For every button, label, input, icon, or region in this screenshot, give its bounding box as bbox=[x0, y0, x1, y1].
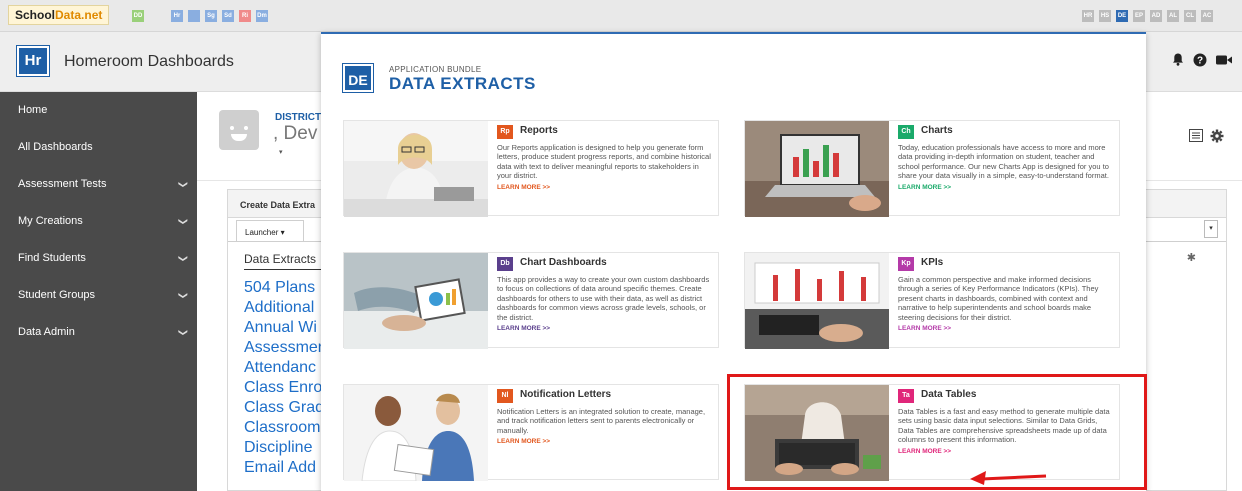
settings-gear-icon[interactable] bbox=[1210, 129, 1224, 146]
highlight-box bbox=[727, 374, 1147, 490]
sidebar-item-label: Assessment Tests bbox=[18, 178, 107, 190]
kpis-photo bbox=[745, 253, 889, 349]
app-card-reports[interactable]: Rp Reports Our Reports application is de… bbox=[343, 120, 719, 217]
sidebar-item-label: Data Admin bbox=[18, 326, 75, 338]
schooldata-logo[interactable]: SchoolData.net bbox=[8, 5, 110, 25]
sidebar-item-label: Find Students bbox=[18, 252, 86, 264]
learn-more-link[interactable]: LEARN MORE >> bbox=[497, 324, 713, 333]
bell-icon[interactable] bbox=[1170, 53, 1186, 69]
card-description: Notification Letters is an integrated so… bbox=[497, 407, 706, 435]
extract-link[interactable]: 504 Plans bbox=[244, 278, 324, 298]
chart-dashboards-photo bbox=[344, 253, 488, 349]
sidebar-item-find-students[interactable]: Find Students ❯ bbox=[0, 240, 197, 277]
card-title: Notification Letters bbox=[520, 389, 612, 400]
reports-photo bbox=[344, 121, 488, 217]
sidebar-item-label: My Creations bbox=[18, 215, 83, 227]
card-description: This app provides a way to create your o… bbox=[497, 275, 710, 322]
extract-link-list: 504 Plans Additional Annual Wi Assessmen Att… bbox=[244, 278, 324, 491]
app-tile-sg[interactable]: Sg bbox=[205, 10, 217, 22]
top-app-bar: SchoolData.net DD Hr Sg Sd Ri Dm HR HS DE EP AD AL… bbox=[0, 0, 1242, 32]
learn-more-link[interactable]: LEARN MORE >> bbox=[497, 437, 713, 446]
panel-gear-icon[interactable]: ✱ bbox=[1187, 251, 1196, 264]
card-title: Chart Dashboards bbox=[520, 257, 607, 268]
card-title: Charts bbox=[921, 125, 953, 136]
sidebar-item-assessment-tests[interactable]: Assessment Tests ❯ bbox=[0, 166, 197, 203]
extract-link[interactable]: Class Enro bbox=[244, 378, 324, 398]
card-title: Reports bbox=[520, 125, 558, 136]
bundle-label: APPLICATION BUNDLE bbox=[389, 65, 482, 74]
district-label: DISTRICT bbox=[275, 112, 322, 123]
sidebar-item-label: Student Groups bbox=[18, 289, 96, 301]
app-tile-ri[interactable]: Ri bbox=[239, 10, 251, 22]
panel-dropdown-toggle[interactable]: ▾ bbox=[1204, 220, 1218, 238]
extract-link[interactable]: Additional bbox=[244, 298, 324, 318]
sidebar-item-all-dashboards[interactable]: All Dashboards bbox=[0, 129, 197, 166]
app-tile-sd[interactable]: Sd bbox=[222, 10, 234, 22]
learn-more-link[interactable]: LEARN MORE >> bbox=[898, 324, 1114, 333]
app-title: Homeroom Dashboards bbox=[64, 53, 234, 70]
user-avatar bbox=[219, 110, 259, 150]
card-title: KPIs bbox=[921, 257, 944, 268]
bundle-tile-ep[interactable]: EP bbox=[1133, 10, 1145, 22]
app-tile-hr[interactable]: Hr bbox=[171, 10, 183, 22]
bundle-tile-de[interactable]: DE bbox=[1116, 10, 1128, 22]
sidebar-item-student-groups[interactable]: Student Groups ❯ bbox=[0, 277, 197, 314]
extract-link[interactable]: Discipline bbox=[244, 438, 324, 458]
learn-more-link[interactable]: LEARN MORE >> bbox=[898, 183, 1114, 192]
extract-link[interactable]: Attendanc bbox=[244, 358, 324, 378]
list-view-icon[interactable] bbox=[1189, 129, 1203, 145]
chart-dashboards-app-icon: Db bbox=[497, 257, 513, 271]
app-card-charts[interactable]: Ch Charts Today, education professionals… bbox=[744, 120, 1120, 217]
app-card-kpis[interactable]: Kp KPIs Gain a common perspective and ma… bbox=[744, 252, 1120, 349]
extract-link[interactable]: Assessmen bbox=[244, 338, 324, 358]
sidebar-item-home[interactable]: Home bbox=[0, 92, 197, 129]
charts-app-icon: Ch bbox=[898, 125, 914, 139]
bundle-tile-al[interactable]: AL bbox=[1167, 10, 1179, 22]
kpis-app-icon: Kp bbox=[898, 257, 914, 271]
sidebar-item-my-creations[interactable]: My Creations ❯ bbox=[0, 203, 197, 240]
sidebar-item-data-admin[interactable]: Data Admin ❯ bbox=[0, 314, 197, 351]
data-extracts-heading: Data Extracts bbox=[244, 252, 317, 266]
bundle-title: DATA EXTRACTS bbox=[389, 74, 536, 93]
data-extracts-bundle-icon: DE bbox=[342, 63, 374, 93]
charts-photo bbox=[745, 121, 889, 217]
app-card-notification-letters[interactable]: Nl Notification Letters Notification Let… bbox=[343, 384, 719, 481]
heading-underline bbox=[244, 269, 324, 270]
extract-link[interactable]: Class Grad bbox=[244, 398, 324, 418]
bundle-tile-hr[interactable]: HR bbox=[1082, 10, 1094, 22]
app-tile-doc[interactable] bbox=[188, 10, 200, 22]
bundle-tile-ad[interactable]: AD bbox=[1150, 10, 1162, 22]
pointer-arrow bbox=[970, 471, 1047, 485]
sidebar: Home All Dashboards Assessment Tests ❯ My Cr… bbox=[0, 92, 197, 491]
extract-link[interactable]: Email Add bbox=[244, 458, 324, 478]
extract-link[interactable]: Annual Wi bbox=[244, 318, 324, 338]
reports-app-icon: Rp bbox=[497, 125, 513, 139]
bundle-tile-cl[interactable]: CL bbox=[1184, 10, 1196, 22]
card-description: Our Reports application is designed to h… bbox=[497, 143, 711, 181]
svg-text:?: ? bbox=[1197, 56, 1203, 67]
bundle-tile-ac[interactable]: AC bbox=[1201, 10, 1213, 22]
launcher-tab[interactable]: Launcher ▾ bbox=[236, 220, 304, 242]
app-tile-dd[interactable]: DD bbox=[132, 10, 144, 22]
notification-letters-app-icon: Nl bbox=[497, 389, 513, 403]
app-tile-dm[interactable]: Dm bbox=[256, 10, 268, 22]
extract-link[interactable]: Classroom bbox=[244, 418, 324, 438]
sidebar-item-label: All Dashboards bbox=[18, 141, 93, 153]
sidebar-item-label: Home bbox=[18, 104, 48, 116]
user-name: , Dev bbox=[273, 123, 318, 144]
video-icon[interactable] bbox=[1216, 53, 1232, 69]
user-menu-caret[interactable]: ▾ bbox=[279, 148, 283, 156]
homeroom-app-icon[interactable]: Hr bbox=[16, 45, 50, 77]
card-description: Today, education professionals have acce… bbox=[898, 143, 1109, 181]
app-card-chart-dashboards[interactable]: Db Chart Dashboards This app provides a … bbox=[343, 252, 719, 349]
card-description: Gain a common perspective and make infor… bbox=[898, 275, 1099, 322]
help-icon[interactable]: ? bbox=[1192, 53, 1208, 70]
bundle-tile-hs[interactable]: HS bbox=[1099, 10, 1111, 22]
learn-more-link[interactable]: LEARN MORE >> bbox=[497, 183, 713, 192]
notification-letters-photo bbox=[344, 385, 488, 481]
